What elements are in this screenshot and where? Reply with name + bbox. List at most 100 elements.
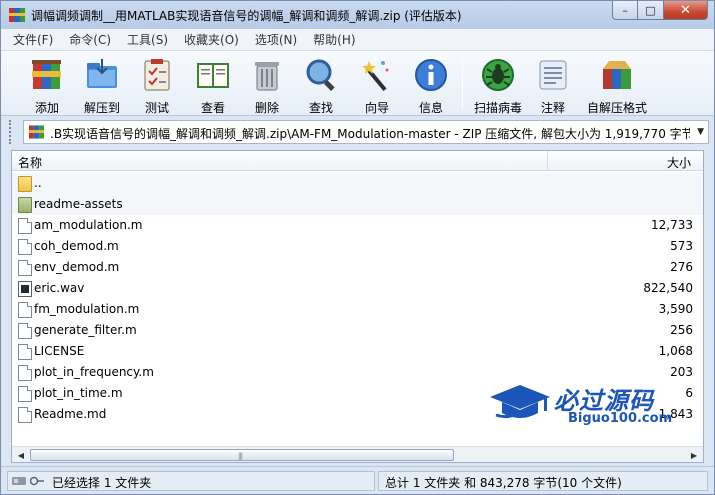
address-area: .B实现语音信号的调幅_解调和调频_解调.zip\AM-FM_Modulatio… <box>1 116 714 148</box>
title-bar: 调幅调频调制__用MATLAB实现语音信号的调幅_解调和调频_解调.zip (评… <box>1 1 714 29</box>
info-label: 信息 <box>418 101 443 115</box>
scrollbar-thumb[interactable]: ||| <box>30 449 454 461</box>
list-item[interactable]: readme-assets <box>12 194 703 215</box>
toolbar-grip[interactable] <box>9 120 13 144</box>
close-button[interactable]: ✕ <box>664 1 708 20</box>
list-item-name: .. <box>34 176 42 190</box>
list-item[interactable]: LICENSE 1,068 <box>12 341 703 362</box>
list-item-name: coh_demod.m <box>34 239 119 253</box>
status-selected: 已经选择 1 文件夹 <box>52 476 152 490</box>
list-item[interactable]: coh_demod.m 573 <box>12 236 703 257</box>
menu-help[interactable]: 帮助(H) <box>307 31 361 48</box>
menu-favorites[interactable]: 收藏夹(O) <box>178 31 245 48</box>
grip-icon: ||| <box>238 452 243 460</box>
list-item[interactable]: eric.wav 822,540 <box>12 278 703 299</box>
list-item-name: am_modulation.m <box>34 218 143 232</box>
list-item-size: 573 <box>670 239 693 253</box>
sfx-button[interactable]: 自解压格式 <box>585 55 649 115</box>
folder-icon <box>18 197 32 213</box>
find-label: 查找 <box>308 101 333 115</box>
test-label: 测试 <box>144 101 169 115</box>
delete-button[interactable]: 删除 <box>247 55 287 115</box>
menu-options[interactable]: 选项(N) <box>249 31 303 48</box>
extract-label: 解压到 <box>83 101 120 115</box>
list-item[interactable]: fm_modulation.m 3,590 <box>12 299 703 320</box>
toolbar-separator <box>462 57 463 109</box>
list-item-size: 1,068 <box>658 344 693 358</box>
list-item-size: 203 <box>670 365 693 379</box>
list-item[interactable]: env_demod.m 276 <box>12 257 703 278</box>
watermark: 必过源码 Biguo100.com <box>488 381 688 431</box>
name-cell-shade <box>12 173 547 194</box>
list-item-name: plot_in_time.m <box>34 386 123 400</box>
list-item-name: readme-assets <box>34 197 123 211</box>
view-button[interactable]: 查看 <box>191 55 235 115</box>
address-path: .B实现语音信号的调幅_解调和调频_解调.zip\AM-FM_Modulatio… <box>50 127 690 141</box>
trash-icon <box>255 62 279 91</box>
info-button[interactable]: 信息 <box>411 55 451 115</box>
status-total: 总计 1 文件夹 和 843,278 字节(10 个文件) <box>385 476 622 490</box>
view-label: 查看 <box>200 101 225 115</box>
sfx-archive-icon <box>603 61 631 89</box>
maximize-button[interactable]: □ <box>638 1 664 20</box>
window-controls: – □ ✕ <box>612 1 708 21</box>
list-item[interactable]: plot_in_frequency.m 203 <box>12 362 703 383</box>
list-item-name: Readme.md <box>34 407 107 421</box>
scroll-left-icon[interactable]: ◀ <box>13 448 29 462</box>
find-button[interactable]: 查找 <box>301 55 341 115</box>
watermark-url: Biguo100.com <box>568 411 673 426</box>
list-item[interactable]: generate_filter.m 256 <box>12 320 703 341</box>
virus-scan-icon <box>482 59 514 91</box>
list-item-name: LICENSE <box>34 344 85 358</box>
list-item-name: generate_filter.m <box>34 323 137 337</box>
comment-label: 注释 <box>540 101 565 115</box>
column-size[interactable]: 大小 <box>667 154 691 171</box>
wizard-button[interactable]: 向导 <box>357 55 397 115</box>
add-archive-icon <box>32 60 61 89</box>
file-icon <box>18 407 32 423</box>
parent-folder-icon <box>18 176 32 192</box>
minimize-button[interactable]: – <box>612 1 638 20</box>
info-icon <box>415 59 447 91</box>
list-item-size: 822,540 <box>643 281 693 295</box>
column-name[interactable]: 名称 <box>18 154 42 171</box>
add-button[interactable]: 添加 <box>23 55 71 115</box>
list-item-name: eric.wav <box>34 281 85 295</box>
winrar-app-icon <box>9 8 25 22</box>
virus-scan-label: 扫描病毒 <box>473 101 522 115</box>
horizontal-scrollbar[interactable]: ◀ ||| ▶ <box>12 446 703 462</box>
scroll-right-icon[interactable]: ▶ <box>686 448 702 462</box>
chevron-down-icon[interactable]: ▼ <box>697 127 704 137</box>
extract-button[interactable]: 解压到 <box>79 55 125 115</box>
list-header: 名称 大小 <box>12 151 703 171</box>
comment-icon <box>539 60 567 90</box>
toolbar: 添加 解压到 测试 查看 删除 查找 向导 信息 扫描病毒 注释 自解压格式 <box>1 50 714 116</box>
archive-icon <box>29 125 44 139</box>
list-item-size: 276 <box>670 260 693 274</box>
file-icon <box>18 239 32 255</box>
test-button[interactable]: 测试 <box>137 55 177 115</box>
comment-button[interactable]: 注释 <box>533 55 573 115</box>
list-item-name: plot_in_frequency.m <box>34 365 154 379</box>
delete-label: 删除 <box>254 101 279 115</box>
list-item[interactable]: am_modulation.m 12,733 <box>12 215 703 236</box>
column-divider[interactable] <box>547 151 548 171</box>
graduation-cap-icon <box>490 385 550 419</box>
winrar-window: 调幅调频调制__用MATLAB实现语音信号的调幅_解调和调频_解调.zip (评… <box>0 0 715 495</box>
address-bar[interactable]: .B实现语音信号的调幅_解调和调频_解调.zip\AM-FM_Modulatio… <box>23 120 709 144</box>
test-clipboard-icon <box>144 59 170 91</box>
list-item-size: 12,733 <box>651 218 693 232</box>
drive-icon <box>12 477 26 485</box>
list-item[interactable]: .. <box>12 173 703 194</box>
file-icon <box>18 302 32 318</box>
sfx-label: 自解压格式 <box>586 101 647 115</box>
menu-commands[interactable]: 命令(C) <box>63 31 117 48</box>
list-item-size: 256 <box>670 323 693 337</box>
virus-scan-button[interactable]: 扫描病毒 <box>469 55 527 115</box>
file-icon <box>18 260 32 276</box>
view-book-icon <box>197 63 229 88</box>
menu-bar: 文件(F) 命令(C) 工具(S) 收藏夹(O) 选项(N) 帮助(H) <box>1 29 714 50</box>
menu-file[interactable]: 文件(F) <box>7 31 59 48</box>
magnifier-icon <box>306 59 335 91</box>
menu-tools[interactable]: 工具(S) <box>121 31 174 48</box>
